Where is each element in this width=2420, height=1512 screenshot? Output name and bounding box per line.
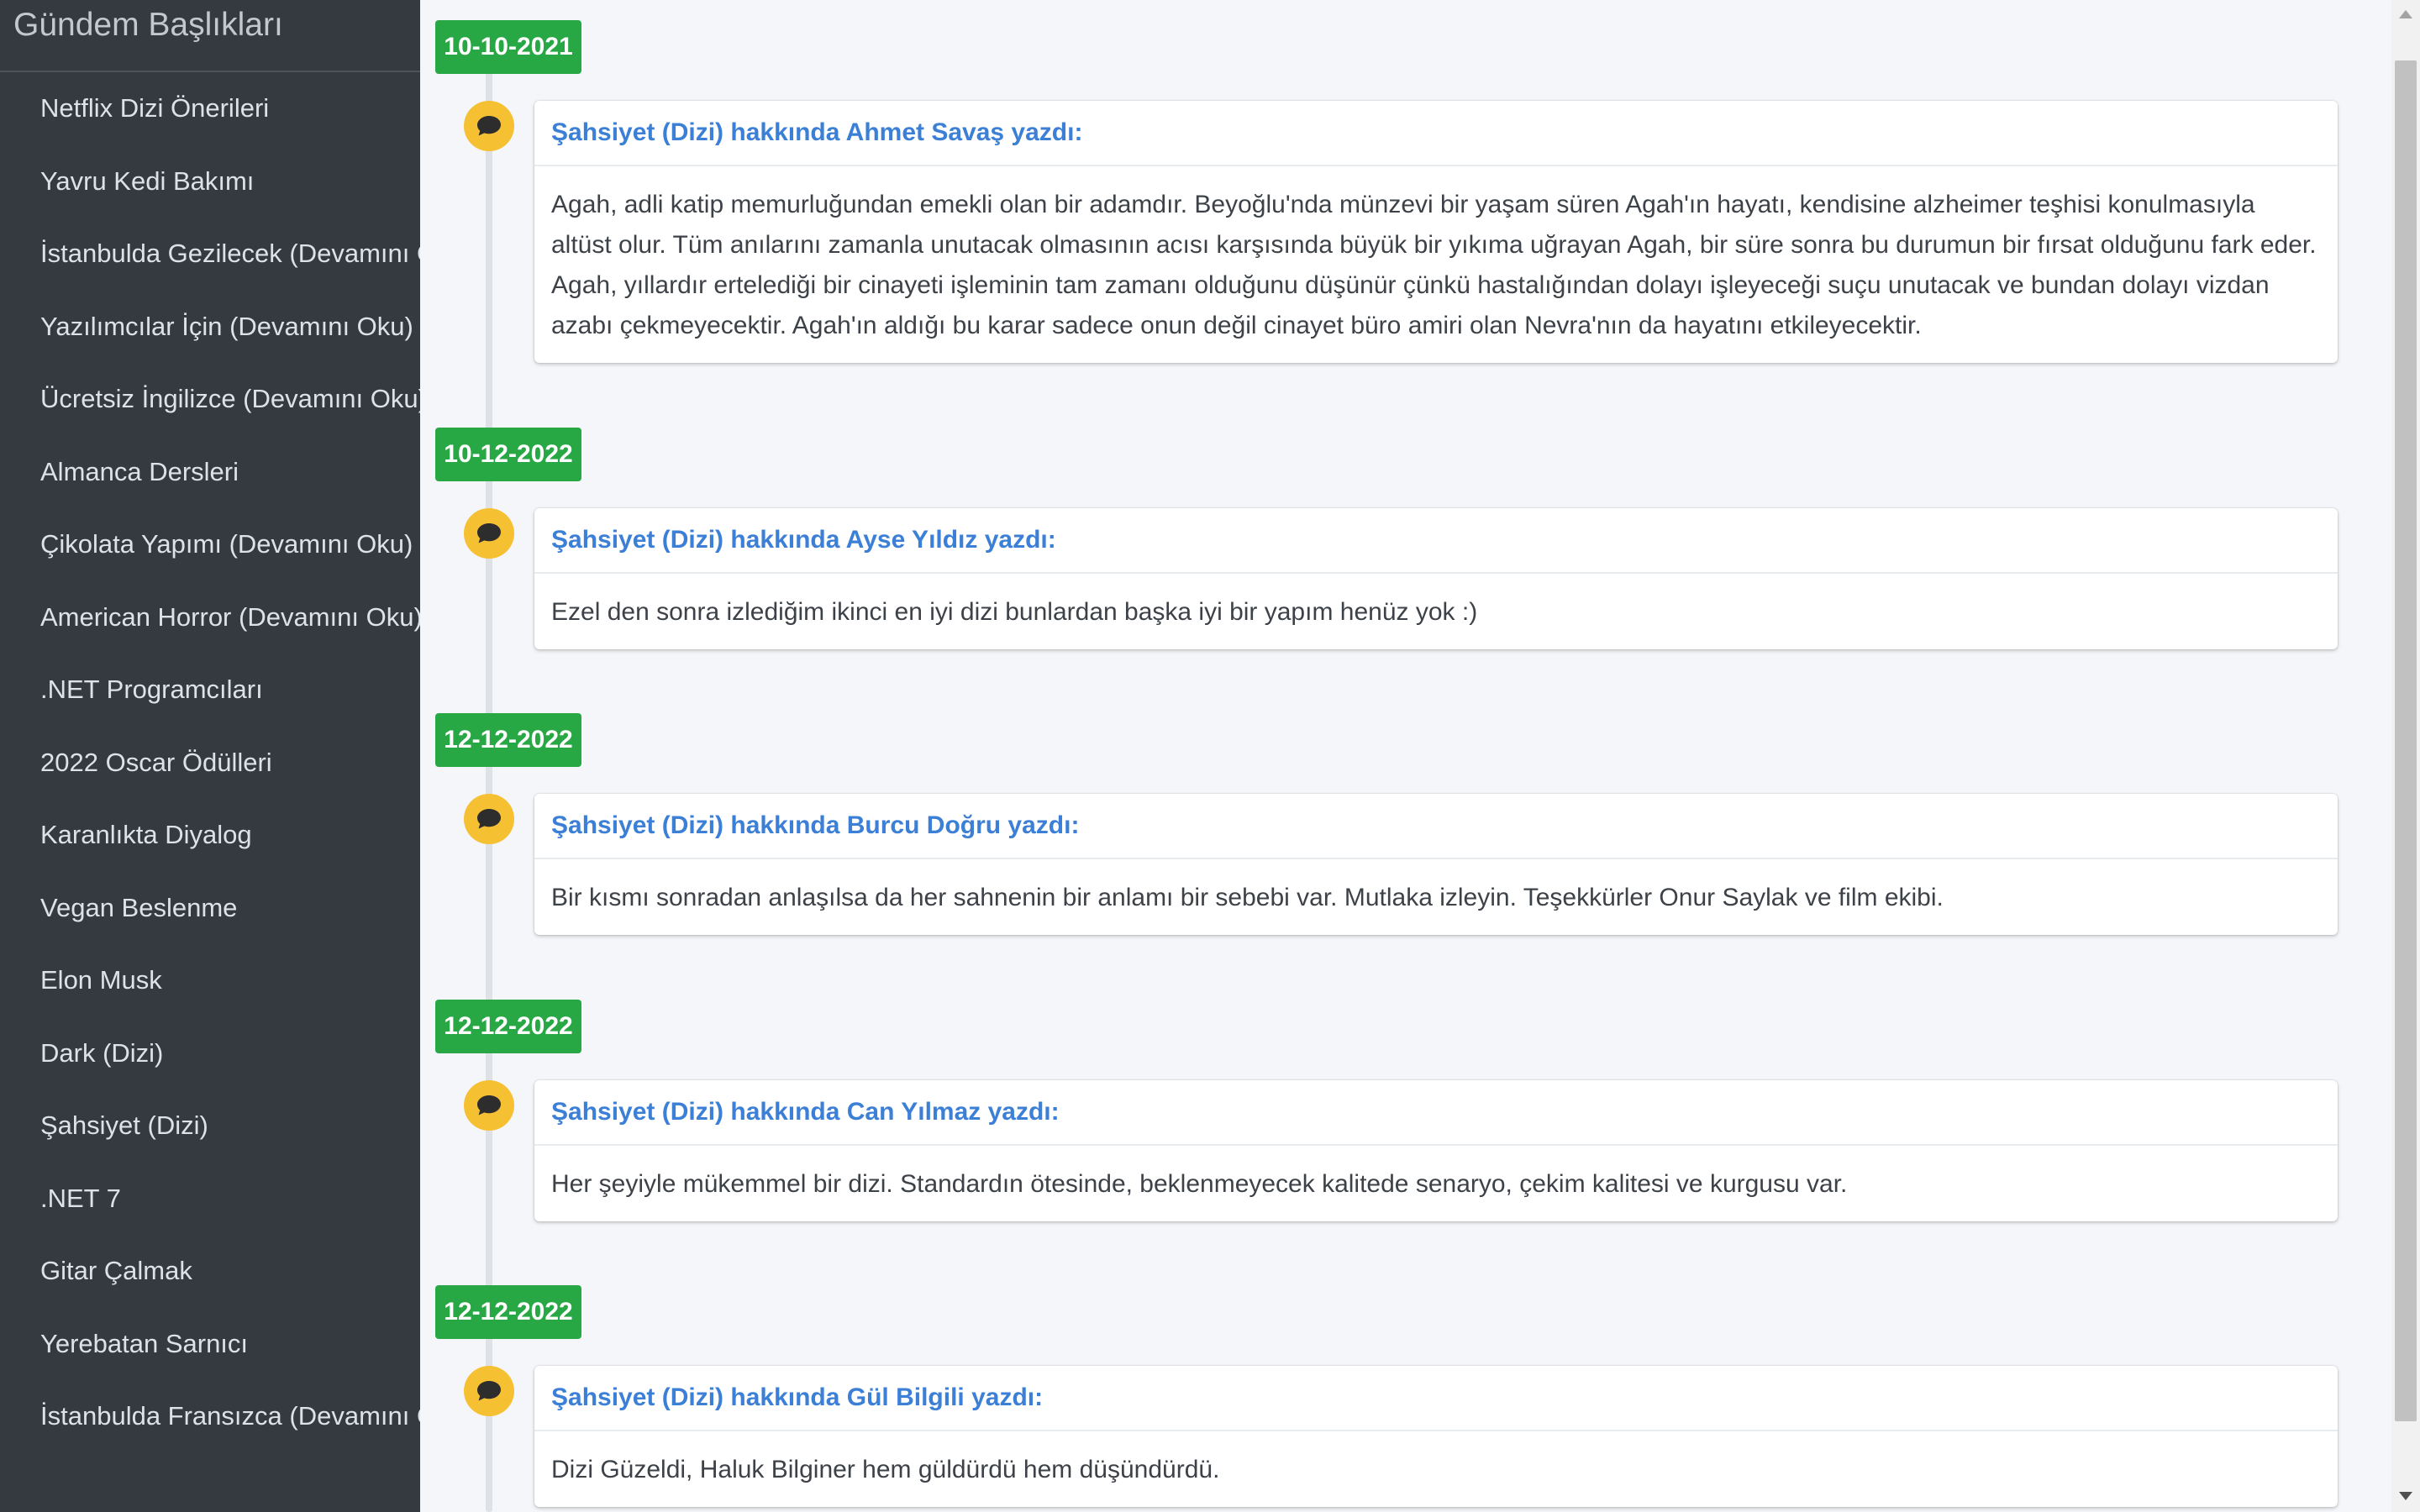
sidebar-item-gitar-calmak[interactable]: Gitar Çalmak xyxy=(0,1235,420,1308)
comment-icon xyxy=(464,1366,514,1416)
sidebar-item-istanbulda-fransizca[interactable]: İstanbulda Fransızca (Devamını Oku) xyxy=(0,1380,420,1453)
time-label: 12-12-2022 xyxy=(435,1000,581,1053)
timeline-item-header[interactable]: Şahsiyet (Dizi) hakkında Gül Bilgili yaz… xyxy=(534,1366,2338,1431)
timeline-item-header[interactable]: Şahsiyet (Dizi) hakkında Burcu Doğru yaz… xyxy=(534,794,2338,859)
scroll-up-arrow-icon[interactable] xyxy=(2399,10,2412,18)
timeline-item-body: Dizi Güzeldi, Haluk Bilginer hem güldürd… xyxy=(551,1456,1220,1483)
sidebar-item-yavru-kedi-bakimi[interactable]: Yavru Kedi Bakımı xyxy=(0,145,420,218)
time-label: 12-12-2022 xyxy=(435,1285,581,1339)
timeline-item-header[interactable]: Şahsiyet (Dizi) hakkında Can Yılmaz yazd… xyxy=(534,1080,2338,1146)
scrollbar[interactable] xyxy=(2391,0,2420,1512)
sidebar-title: Gündem Başlıkları xyxy=(0,0,420,72)
timeline-item-body: Agah, adli katip memurluğundan emekli ol… xyxy=(551,191,2317,339)
main-content: 10-10-2021 Şahsiyet (Dizi) hakkında Ahme… xyxy=(420,0,2391,1512)
scrollbar-thumb[interactable] xyxy=(2395,60,2417,1421)
sidebar-item-net-7[interactable]: .NET 7 xyxy=(0,1163,420,1236)
time-label: 12-12-2022 xyxy=(435,713,581,767)
sidebar-item-elon-musk[interactable]: Elon Musk xyxy=(0,944,420,1017)
timeline-item-body: Ezel den sonra izlediğim ikinci en iyi d… xyxy=(551,598,1478,626)
comment-icon xyxy=(464,508,514,559)
timeline-item: Şahsiyet (Dizi) hakkında Ahmet Savaş yaz… xyxy=(534,101,2338,363)
timeline-item-body: Bir kısmı sonradan anlaşılsa da her sahn… xyxy=(551,884,1944,911)
sidebar-item-yerebatan-sarnici[interactable]: Yerebatan Sarnıcı xyxy=(0,1308,420,1381)
time-label: 10-10-2021 xyxy=(435,20,581,74)
time-label: 10-12-2022 xyxy=(435,428,581,481)
sidebar-item-almanca-dersleri[interactable]: Almanca Dersleri xyxy=(0,436,420,509)
sidebar-item-sahsiyet-dizi[interactable]: Şahsiyet (Dizi) xyxy=(0,1089,420,1163)
sidebar-item-ucretsiz-ingilizce[interactable]: Ücretsiz İngilizce (Devamını Oku) xyxy=(0,363,420,436)
sidebar: Gündem Başlıkları Netflix Dizi Önerileri… xyxy=(0,0,420,1512)
timeline-item-header[interactable]: Şahsiyet (Dizi) hakkında Ayse Yıldız yaz… xyxy=(534,508,2338,574)
timeline-item: Şahsiyet (Dizi) hakkında Gül Bilgili yaz… xyxy=(534,1366,2338,1507)
comment-icon xyxy=(464,1080,514,1131)
comment-icon xyxy=(464,794,514,844)
sidebar-item-istanbulda-gezilecek[interactable]: İstanbulda Gezilecek (Devamını Oku) xyxy=(0,218,420,291)
sidebar-item-karanlikta-diyalog[interactable]: Karanlıkta Diyalog xyxy=(0,799,420,872)
timeline-item-body: Her şeyiyle mükemmel bir dizi. Standardı… xyxy=(551,1170,1848,1198)
sidebar-item-net-programcilari[interactable]: .NET Programcıları xyxy=(0,654,420,727)
sidebar-item-american-horror[interactable]: American Horror (Devamını Oku) xyxy=(0,581,420,654)
sidebar-item-dark-dizi[interactable]: Dark (Dizi) xyxy=(0,1017,420,1090)
timeline-item: Şahsiyet (Dizi) hakkında Ayse Yıldız yaz… xyxy=(534,508,2338,649)
timeline-item-header[interactable]: Şahsiyet (Dizi) hakkında Ahmet Savaş yaz… xyxy=(534,101,2338,166)
timeline-item: Şahsiyet (Dizi) hakkında Can Yılmaz yazd… xyxy=(534,1080,2338,1221)
sidebar-item-yazilimcilar-icin[interactable]: Yazılımcılar İçin (Devamını Oku) xyxy=(0,291,420,364)
sidebar-item-vegan-beslenme[interactable]: Vegan Beslenme xyxy=(0,872,420,945)
sidebar-item-cikolata-yapimi[interactable]: Çikolata Yapımı (Devamını Oku) xyxy=(0,508,420,581)
sidebar-item-2022-oscar-odulleri[interactable]: 2022 Oscar Ödülleri xyxy=(0,727,420,800)
sidebar-item-netflix-dizi-onerileri[interactable]: Netflix Dizi Önerileri xyxy=(0,72,420,145)
scroll-down-arrow-icon[interactable] xyxy=(2399,1492,2412,1500)
timeline-item: Şahsiyet (Dizi) hakkında Burcu Doğru yaz… xyxy=(534,794,2338,935)
sidebar-menu: Netflix Dizi Önerileri Yavru Kedi Bakımı… xyxy=(0,72,420,1453)
comment-icon xyxy=(464,101,514,151)
